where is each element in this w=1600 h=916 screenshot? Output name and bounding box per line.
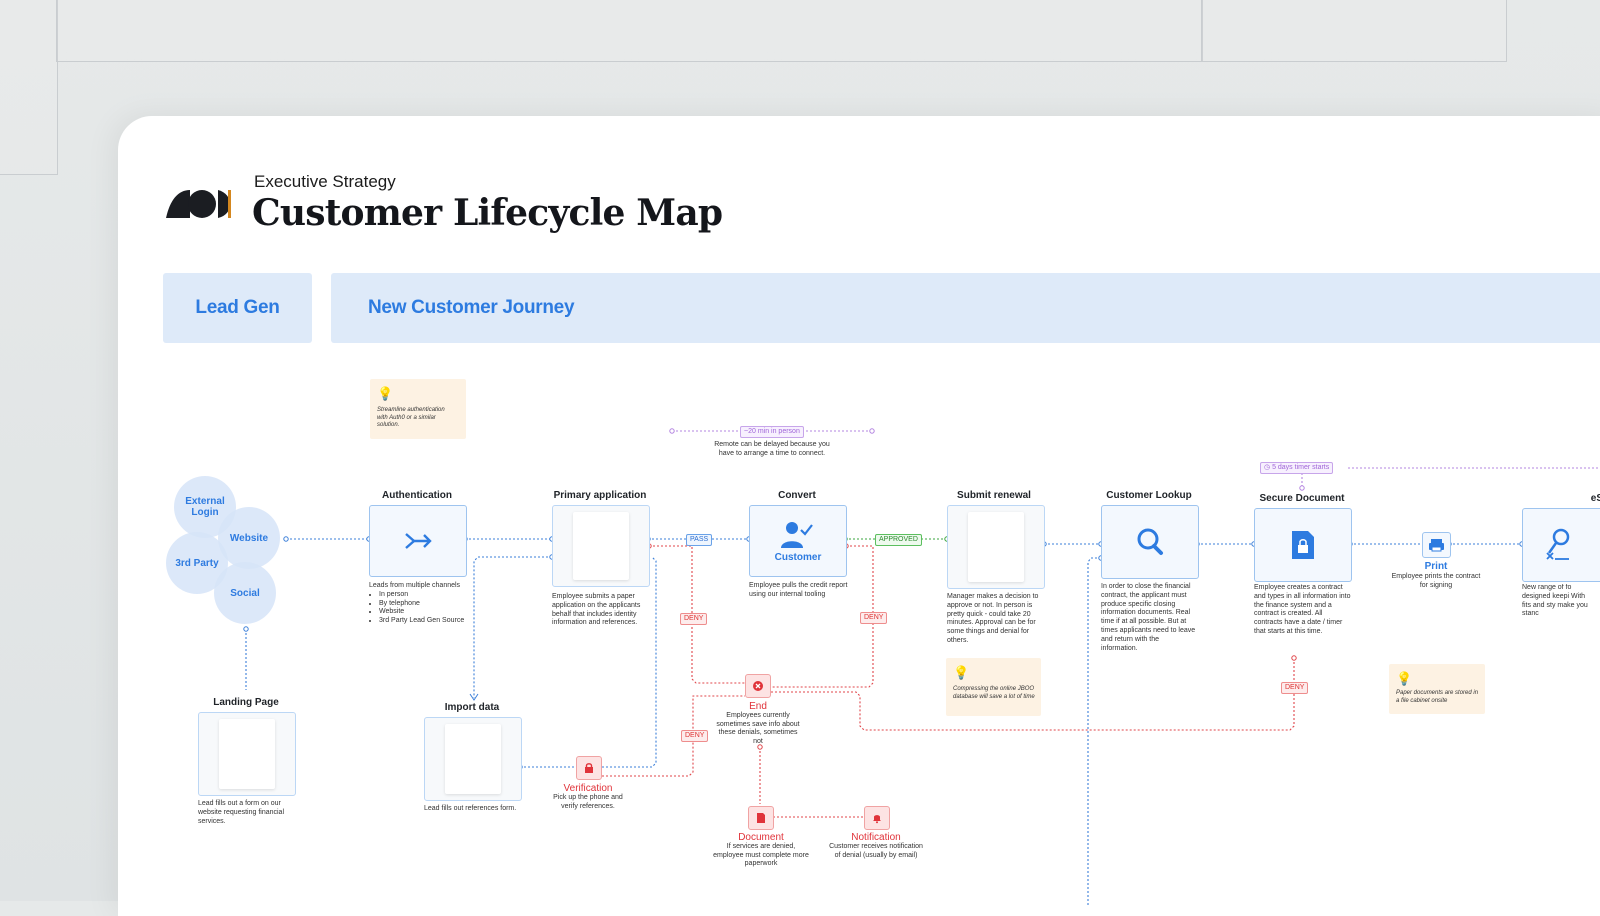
- tip-note-paper: 💡 Paper documents are stored in a file c…: [1389, 664, 1485, 714]
- source-social[interactable]: Social: [214, 562, 276, 624]
- lightbulb-icon: 💡: [953, 665, 970, 680]
- deny-tag: DENY: [1281, 682, 1309, 694]
- node-title-authentication: Authentication: [382, 490, 452, 501]
- timer-tag: ◷ 5 days timer starts: [1260, 462, 1334, 474]
- node-esign[interactable]: [1522, 508, 1600, 582]
- deny-tag: DENY: [680, 613, 708, 625]
- node-desc-document: If services are denied, employee must co…: [713, 843, 809, 867]
- node-desc-end: Employees currently sometimes save info …: [716, 712, 800, 745]
- node-document[interactable]: [748, 806, 774, 830]
- node-print[interactable]: [1422, 532, 1451, 558]
- lightbulb-icon: 💡: [377, 386, 394, 401]
- node-end[interactable]: [745, 674, 771, 698]
- signature-icon: [1546, 528, 1570, 560]
- close-circle-icon: [753, 681, 763, 691]
- customer-check-icon: [781, 522, 813, 548]
- node-desc-verification: Pick up the phone and verify references.: [553, 794, 623, 810]
- lock-icon: [585, 763, 593, 773]
- node-title-submit-renewal: Submit renewal: [957, 490, 1031, 501]
- document-thumbnail: [968, 512, 1024, 582]
- document-icon: [757, 813, 765, 823]
- source-third-party-label: 3rd Party: [175, 557, 219, 569]
- authentication-desc-text: Leads from multiple channels: [369, 582, 461, 589]
- node-desc-submit-renewal: Manager makes a decision to approve or n…: [947, 593, 1039, 644]
- document-thumbnail: [573, 512, 629, 580]
- merge-arrow-icon: [405, 533, 432, 549]
- node-landing-page[interactable]: [198, 712, 296, 796]
- node-title-esign: eS: [1590, 493, 1600, 504]
- source-social-label: Social: [230, 587, 260, 599]
- authentication-bullet: By telephone: [379, 600, 469, 609]
- node-desc-import-data: Lead fills out references form.: [424, 805, 517, 812]
- node-desc-landing-page: Lead fills out a form on our website req…: [198, 800, 284, 825]
- printer-icon: [1429, 539, 1444, 552]
- source-external-login-label: External Login: [185, 496, 225, 518]
- authentication-bullet: In person: [379, 591, 469, 600]
- node-desc-esign: New range of fo designed keepi With fits…: [1522, 584, 1588, 618]
- node-desc-primary-application: Employee submits a paper application on …: [552, 593, 641, 627]
- deny-tag: DENY: [681, 730, 709, 742]
- document-thumbnail: [445, 724, 501, 794]
- node-authentication[interactable]: [369, 505, 467, 577]
- remote-note-text: Remote can be delayed because you have t…: [714, 441, 830, 457]
- node-desc-convert: Employee pulls the credit report using o…: [749, 582, 848, 598]
- node-secure-document[interactable]: [1254, 508, 1352, 582]
- authentication-bullet: Website: [379, 608, 469, 617]
- node-title-secure-document: Secure Document: [1259, 493, 1345, 504]
- node-title-customer-lookup: Customer Lookup: [1106, 490, 1192, 501]
- customer-label: Customer: [774, 552, 822, 563]
- node-desc-customer-lookup: In order to close the financial contract…: [1101, 583, 1196, 652]
- bell-icon: [873, 815, 881, 824]
- timer-tag-label: 5 days timer starts: [1272, 464, 1330, 471]
- node-title-notification: Notification: [851, 832, 901, 843]
- node-title-landing-page: Landing Page: [213, 697, 279, 708]
- tip-note-auth: 💡 Streamline authentication with Auth0 o…: [370, 379, 466, 439]
- node-verification[interactable]: [576, 756, 602, 780]
- background-panel-top: [56, 0, 1203, 62]
- node-convert[interactable]: Customer: [749, 505, 847, 577]
- tip-note-auth-text: Streamline authentication with Auth0 or …: [377, 407, 445, 429]
- node-title-primary-application: Primary application: [553, 490, 647, 501]
- map-window: Executive Strategy Customer Lifecycle Ma…: [118, 116, 1600, 916]
- node-customer-lookup[interactable]: [1101, 505, 1199, 579]
- remote-duration-tag: ~20 min in person: [740, 426, 804, 438]
- node-desc-notification: Customer receives notification of denial…: [829, 843, 923, 859]
- approved-tag: APPROVED: [875, 534, 922, 546]
- node-title-document: Document: [738, 832, 784, 843]
- locked-document-icon: [1292, 531, 1314, 559]
- node-title-convert: Convert: [778, 490, 816, 501]
- clock-icon: ◷: [1264, 464, 1271, 471]
- node-desc-print: Employee prints the contract for signing: [1391, 573, 1481, 589]
- authentication-bullet: 3rd Party Lead Gen Source: [379, 617, 469, 626]
- pass-tag: PASS: [686, 534, 713, 546]
- flow-connectors: [243, 428, 1600, 906]
- search-icon: [1137, 528, 1163, 555]
- background-panel-left: [0, 0, 58, 175]
- node-notification[interactable]: [864, 806, 890, 830]
- node-desc-authentication: Leads from multiple channels In person B…: [369, 582, 469, 626]
- deny-tag: DENY: [860, 612, 888, 624]
- node-title-end: End: [749, 701, 767, 712]
- lightbulb-icon: 💡: [1396, 671, 1413, 686]
- node-desc-secure-document: Employee creates a contract and types in…: [1254, 584, 1351, 635]
- node-title-import-data: Import data: [444, 702, 500, 713]
- node-title-verification: Verification: [563, 783, 613, 794]
- node-primary-application[interactable]: [552, 505, 650, 587]
- document-thumbnail: [219, 719, 275, 789]
- node-title-print: Print: [1424, 561, 1448, 572]
- tip-note-jboo: 💡 Compressing the online JBOO database w…: [946, 658, 1041, 716]
- tip-note-paper-text: Paper documents are stored in a file cab…: [1396, 690, 1479, 704]
- node-import-data[interactable]: [424, 717, 522, 801]
- node-submit-renewal[interactable]: [947, 505, 1045, 589]
- source-website-label: Website: [229, 532, 269, 544]
- tip-note-jboo-text: Compressing the online JBOO database wil…: [953, 686, 1035, 700]
- background-panel-top-right: [1201, 0, 1507, 62]
